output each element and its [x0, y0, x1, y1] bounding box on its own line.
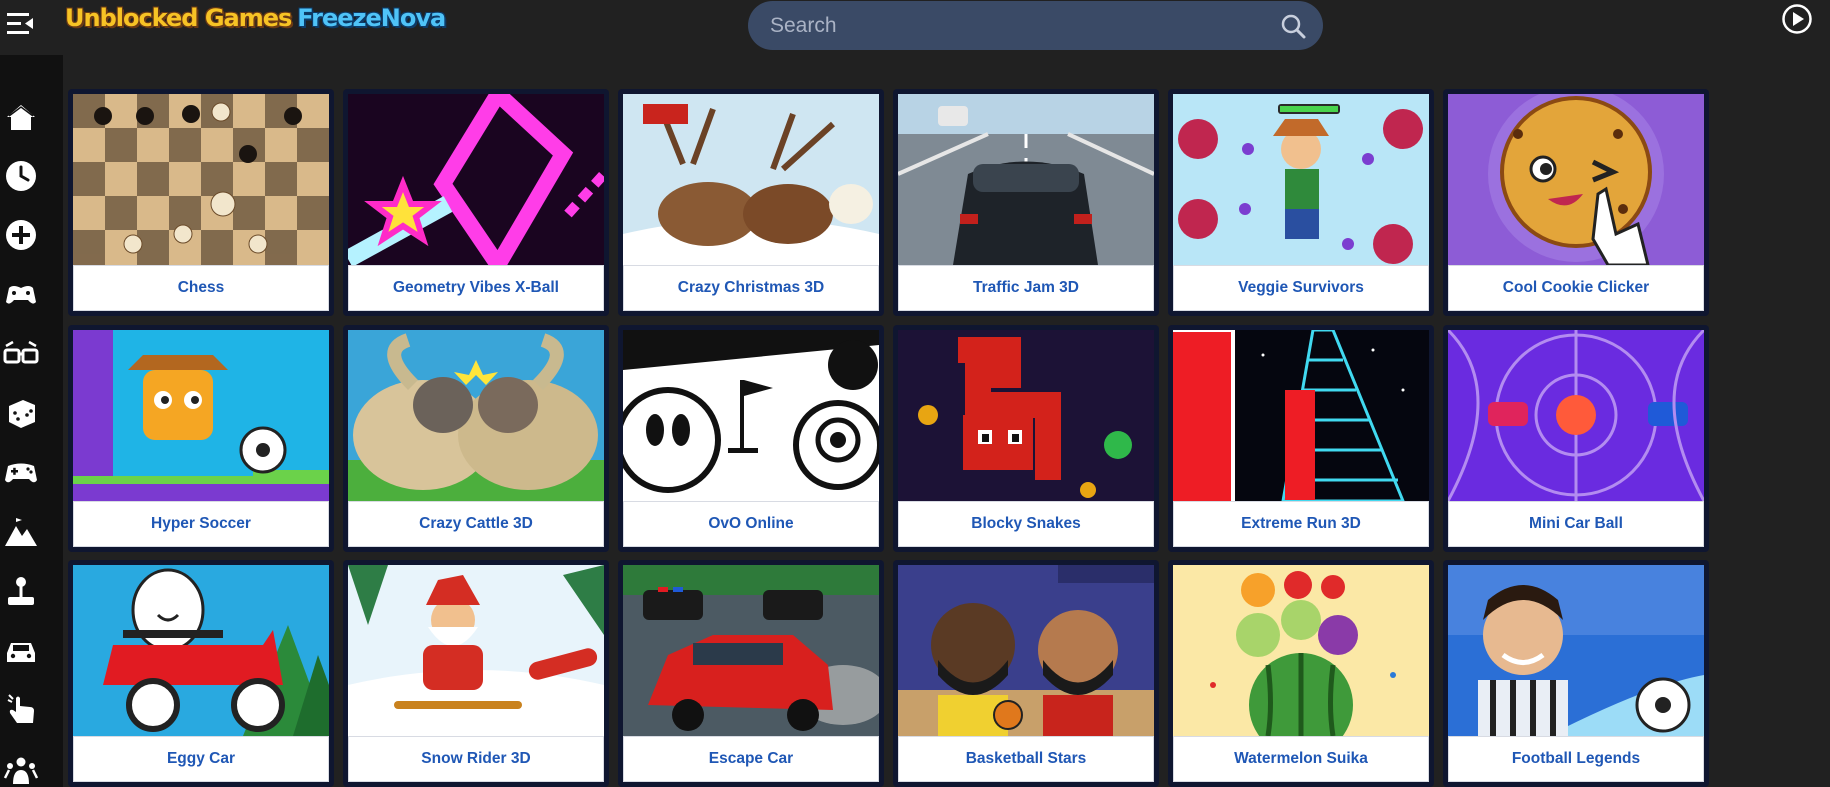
game-title: Mini Car Ball	[1448, 501, 1704, 547]
mountain-icon	[5, 518, 37, 546]
game-title: Cool Cookie Clicker	[1448, 265, 1704, 311]
game-thumbnail	[1448, 330, 1704, 501]
sidebar-item-dice[interactable]	[0, 392, 42, 434]
game-title: Football Legends	[1448, 736, 1704, 782]
game-card-crazy-christmas-3d[interactable]: Crazy Christmas 3D	[618, 89, 884, 316]
controller-icon	[5, 463, 37, 483]
site-logo[interactable]: Unblocked Games FreezeNova	[65, 4, 446, 44]
play-circle-icon[interactable]	[1781, 3, 1813, 35]
game-card-chess[interactable]: Chess	[68, 89, 334, 316]
game-title: Watermelon Suika	[1173, 736, 1429, 782]
sidebar-item-gamepad[interactable]	[0, 273, 42, 315]
game-thumbnail	[1448, 565, 1704, 736]
game-thumbnail	[1173, 94, 1429, 265]
home-icon	[7, 105, 35, 130]
sidebar-item-controller[interactable]	[0, 451, 42, 493]
game-thumbnail	[1448, 94, 1704, 265]
logo-text-unblocked-games: Unblocked Games	[65, 4, 292, 32]
game-card-basketball-stars[interactable]: Basketball Stars	[893, 560, 1159, 787]
game-card-traffic-jam-3d[interactable]: Traffic Jam 3D	[893, 89, 1159, 316]
sidebar-item-multiplayer[interactable]	[0, 747, 42, 787]
game-title: Eggy Car	[73, 736, 329, 782]
game-title: Basketball Stars	[898, 736, 1154, 782]
game-card-geometry-vibes-x-ball[interactable]: Geometry Vibes X-Ball	[343, 89, 609, 316]
game-thumbnail	[623, 565, 879, 736]
sidebar-item-arcade[interactable]	[0, 570, 42, 612]
game-thumbnail	[623, 94, 879, 265]
car-icon	[7, 643, 35, 662]
game-thumbnail	[1173, 565, 1429, 736]
game-title: Hyper Soccer	[73, 501, 329, 547]
search-icon[interactable]	[1279, 12, 1307, 40]
top-header: Unblocked Games FreezeNova	[0, 0, 1830, 52]
game-thumbnail	[623, 330, 879, 501]
game-thumbnail	[898, 330, 1154, 501]
search-input[interactable]	[748, 13, 1268, 38]
tap-hand-icon	[7, 694, 35, 723]
game-thumbnail	[898, 94, 1154, 265]
game-thumbnail	[348, 94, 604, 265]
sidebar-item-adventure[interactable]	[0, 511, 42, 553]
game-thumbnail	[348, 565, 604, 736]
game-title: OvO Online	[623, 501, 879, 547]
game-title: Escape Car	[623, 736, 879, 782]
crowd-icon	[3, 757, 39, 784]
sidebar-item-cars[interactable]	[0, 630, 42, 672]
plus-circle-icon	[6, 220, 36, 250]
game-card-extreme-run-3d[interactable]: Extreme Run 3D	[1168, 325, 1434, 552]
logo-text-freezenova: FreezeNova	[297, 4, 446, 32]
joystick-icon	[8, 577, 34, 605]
game-card-cool-cookie-clicker[interactable]: Cool Cookie Clicker	[1443, 89, 1709, 316]
gamepad-icon	[6, 286, 36, 304]
game-card-mini-car-ball[interactable]: Mini Car Ball	[1443, 325, 1709, 552]
game-thumbnail	[73, 565, 329, 736]
sidebar-item-recent[interactable]	[0, 155, 42, 197]
game-title: Blocky Snakes	[898, 501, 1154, 547]
game-card-blocky-snakes[interactable]: Blocky Snakes	[893, 325, 1159, 552]
game-card-watermelon-suika[interactable]: Watermelon Suika	[1168, 560, 1434, 787]
game-thumbnail	[73, 94, 329, 265]
menu-icon[interactable]	[5, 10, 35, 38]
game-card-veggie-survivors[interactable]: Veggie Survivors	[1168, 89, 1434, 316]
game-card-crazy-cattle-3d[interactable]: Crazy Cattle 3D	[343, 325, 609, 552]
sidebar-item-clicker[interactable]	[0, 689, 42, 731]
game-card-snow-rider-3d[interactable]: Snow Rider 3D	[343, 560, 609, 787]
sidebar-item-home[interactable]	[0, 96, 42, 138]
game-title: Extreme Run 3D	[1173, 501, 1429, 547]
search-bar	[748, 1, 1323, 50]
game-thumbnail	[1173, 330, 1429, 501]
game-thumbnail	[898, 565, 1154, 736]
game-title: Snow Rider 3D	[348, 736, 604, 782]
game-card-ovo-online[interactable]: OvO Online	[618, 325, 884, 552]
dice-icon	[9, 400, 35, 428]
game-title: Veggie Survivors	[1173, 265, 1429, 311]
game-card-hyper-soccer[interactable]: Hyper Soccer	[68, 325, 334, 552]
game-card-eggy-car[interactable]: Eggy Car	[68, 560, 334, 787]
game-card-escape-car[interactable]: Escape Car	[618, 560, 884, 787]
sidebar-item-new[interactable]	[0, 214, 42, 256]
game-title: Chess	[73, 265, 329, 311]
game-card-football-legends[interactable]: Football Legends	[1443, 560, 1709, 787]
game-thumbnail	[73, 330, 329, 501]
sidebar-item-3d[interactable]	[0, 333, 42, 375]
game-title: Crazy Cattle 3D	[348, 501, 604, 547]
game-thumbnail	[348, 330, 604, 501]
game-title: Traffic Jam 3D	[898, 265, 1154, 311]
3d-glasses-icon	[3, 340, 39, 364]
category-sidebar	[0, 55, 63, 787]
game-title: Geometry Vibes X-Ball	[348, 265, 604, 311]
clock-icon	[6, 161, 36, 191]
game-title: Crazy Christmas 3D	[623, 265, 879, 311]
